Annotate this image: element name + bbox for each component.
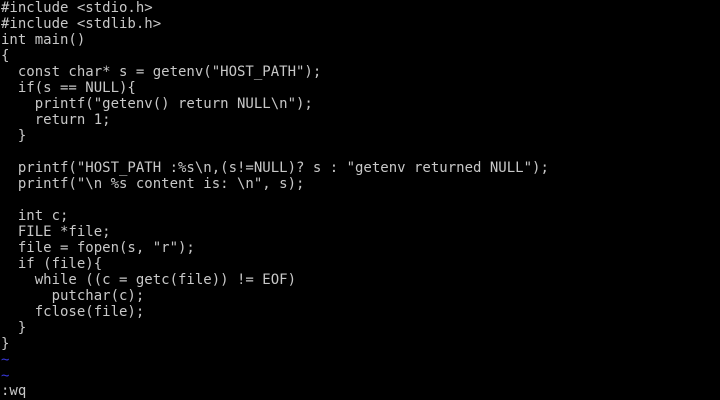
code-line-4: { — [1, 48, 10, 64]
code-line-8: return 1; — [1, 112, 111, 128]
code-line-14: int c; — [1, 208, 69, 224]
code-line-7: printf("getenv() return NULL\n"); — [1, 96, 313, 112]
code-line-11: printf("HOST_PATH :%s\n,(s!=NULL)? s : "… — [1, 160, 549, 176]
vim-text-buffer[interactable]: #include <stdio.h> #include <stdlib.h> i… — [1, 0, 719, 384]
code-line-17: if (file){ — [1, 256, 103, 272]
code-line-18: while ((c = getc(file)) != EOF) — [1, 272, 297, 288]
code-line-15: FILE *file; — [1, 224, 111, 240]
command-line[interactable]: :wq — [1, 383, 26, 399]
code-line-19: putchar(c); — [1, 288, 145, 304]
empty-line-marker: ~ — [1, 368, 10, 384]
code-line-1: #include <stdio.h> — [1, 0, 153, 16]
code-line-20: fclose(file); — [1, 304, 145, 320]
empty-line-marker: ~ — [1, 352, 10, 368]
code-line-3: int main() — [1, 32, 86, 48]
code-line-21: } — [1, 320, 27, 336]
code-line-6: if(s == NULL){ — [1, 80, 136, 96]
code-line-12: printf("\n %s content is: \n", s); — [1, 176, 305, 192]
code-line-9: } — [1, 128, 27, 144]
terminal-window[interactable]: #include <stdio.h> #include <stdlib.h> i… — [0, 0, 720, 400]
code-line-22: } — [1, 336, 10, 352]
code-line-16: file = fopen(s, "r"); — [1, 240, 195, 256]
code-line-2: #include <stdlib.h> — [1, 16, 162, 32]
code-line-5: const char* s = getenv("HOST_PATH"); — [1, 64, 322, 80]
